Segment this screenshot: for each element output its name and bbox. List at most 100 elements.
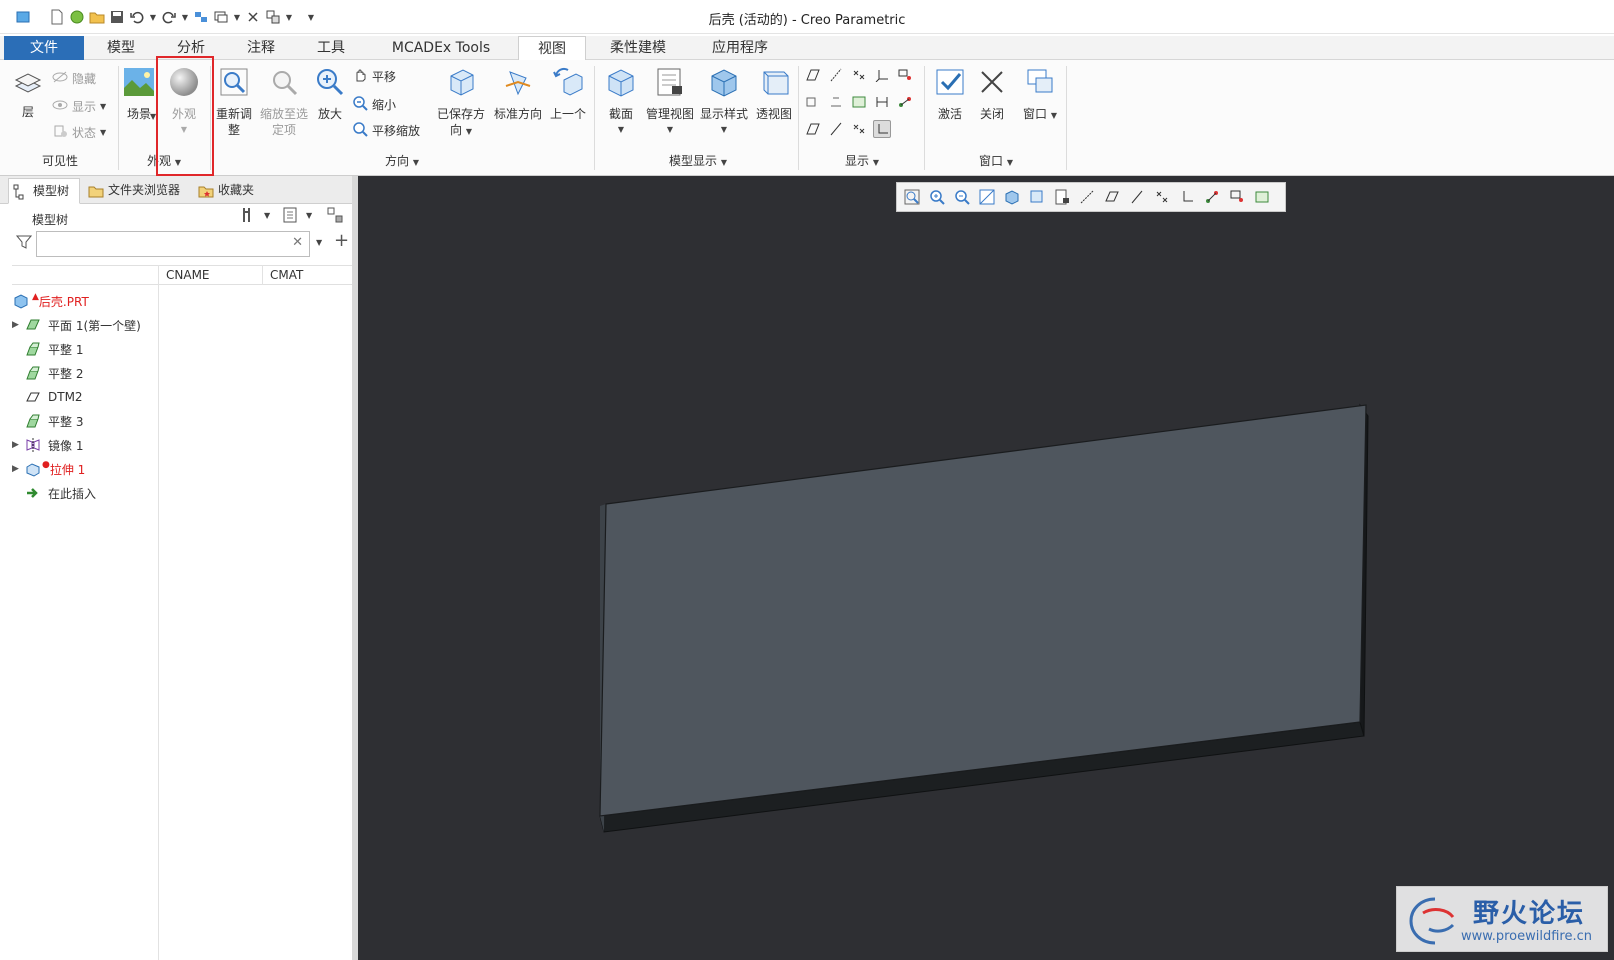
status-icon: [52, 124, 68, 141]
tab-view[interactable]: 视图: [518, 36, 586, 61]
connector-display-icon[interactable]: [896, 93, 914, 111]
saved-orientation-icon: [432, 66, 490, 102]
tab-model[interactable]: 模型: [86, 36, 156, 60]
section-button[interactable]: 截面 ▼: [598, 66, 644, 138]
insert-here-icon: [24, 485, 42, 501]
watermark-logo: 野火论坛 www.proewildfire.cn: [1396, 886, 1608, 952]
ribbon-tab-bar: 文件 模型 分析 注释 工具 MCADEx Tools 视图 柔性建模 应用程序: [0, 36, 1614, 61]
hide-button[interactable]: 隐藏: [52, 68, 96, 88]
tree-item-flat-1[interactable]: 平整 1: [12, 338, 83, 360]
tree-item-label: 平整 2: [48, 366, 84, 381]
zoom-in-button[interactable]: 放大: [312, 66, 348, 122]
display-group-label[interactable]: 显示 ▼: [802, 152, 922, 170]
tree-item-insert-here[interactable]: 在此插入: [12, 482, 96, 504]
plane-tag-icon[interactable]: [804, 120, 822, 138]
manage-views-button[interactable]: 管理视图 ▼: [644, 66, 696, 138]
tab-flexible-modeling[interactable]: 柔性建模: [588, 36, 688, 60]
tree-item-extrude-1[interactable]: ▶ ● 拉伸 1: [12, 458, 85, 480]
add-icon[interactable]: +: [334, 230, 349, 251]
saved-orientations-button[interactable]: 已保存方 向 ▼: [432, 66, 490, 140]
tree-item-label: 镜像 1: [48, 438, 84, 453]
axis-display-icon[interactable]: [827, 66, 845, 84]
perspective-button[interactable]: 透视图: [752, 66, 796, 122]
tree-item-mirror-1[interactable]: ▶ 镜像 1: [12, 434, 83, 456]
chevron-down-icon: ▼: [872, 158, 879, 167]
tree-item-flat-2[interactable]: 平整 2: [12, 362, 83, 384]
refit-button[interactable]: 重新调 整: [212, 66, 256, 138]
tree-item-part[interactable]: ▲ 后壳.PRT: [12, 290, 89, 312]
show-options-icon[interactable]: [282, 206, 300, 227]
tab-tools[interactable]: 工具: [296, 36, 366, 60]
point-display-icon[interactable]: [850, 66, 868, 84]
windows-icon: [1018, 66, 1062, 102]
section-icon: [598, 66, 644, 102]
layer-button[interactable]: 层: [8, 68, 48, 120]
chevron-down-icon[interactable]: ▼: [264, 211, 270, 220]
dimension-display-icon[interactable]: [873, 93, 891, 111]
graphics-window[interactable]: 野火论坛 www.proewildfire.cn: [358, 176, 1614, 960]
tree-item-dtm2[interactable]: DTM2: [12, 386, 83, 408]
extrude-icon: [24, 461, 42, 477]
expand-icon[interactable]: ▶: [12, 320, 24, 330]
note-display-icon[interactable]: [850, 93, 868, 111]
tree-filter-settings-icon[interactable]: [326, 206, 344, 227]
previous-view-button[interactable]: 上一个: [546, 66, 590, 122]
close-icon: [972, 66, 1012, 102]
model-display-group-label[interactable]: 模型显示 ▼: [598, 152, 798, 170]
ribbon-view-panel: 层 隐藏 显示 ▼ 状态 ▼ 可见性 场景 ▼ 外观 ▼ 外观 ▼ 重新调 整 …: [0, 60, 1614, 176]
tree-item-label: 平面 1(第一个壁): [48, 318, 141, 333]
point-tag-icon[interactable]: [850, 120, 868, 138]
csys-display-icon[interactable]: [873, 66, 891, 84]
column-cname[interactable]: CNAME: [166, 268, 210, 282]
standard-orientation-button[interactable]: 标准方向: [490, 66, 546, 122]
axis-tag-icon[interactable]: [827, 120, 845, 138]
eye-icon: [52, 98, 68, 115]
csys-tag-icon[interactable]: [873, 120, 891, 138]
show-button[interactable]: 显示 ▼: [52, 96, 106, 116]
annotation-display-icon[interactable]: [804, 93, 822, 111]
windows-button[interactable]: 窗口 ▼: [1018, 66, 1062, 124]
tag-display-icon[interactable]: [827, 93, 845, 111]
tree-item-flat-3[interactable]: 平整 3: [12, 410, 83, 432]
tab-applications[interactable]: 应用程序: [690, 36, 790, 60]
tree-item-planar-1[interactable]: ▶ 平面 1(第一个壁): [12, 314, 141, 336]
visibility-group-label[interactable]: 可见性: [0, 152, 120, 170]
expand-icon[interactable]: ▶: [12, 464, 24, 474]
activate-button[interactable]: 激活: [930, 66, 970, 122]
datum-plane-icon: [24, 389, 42, 405]
tab-favorites[interactable]: 收藏夹: [194, 178, 266, 204]
close-button[interactable]: 关闭: [972, 66, 1012, 122]
group-separator: [594, 66, 595, 170]
zoom-out-button[interactable]: 缩小: [352, 94, 396, 114]
display-style-button[interactable]: 显示样式 ▼: [698, 66, 750, 138]
spin-center-icon[interactable]: [896, 66, 914, 84]
window-group-label[interactable]: 窗口 ▼: [928, 152, 1064, 170]
plane-display-icon[interactable]: [804, 66, 822, 84]
chevron-down-icon: ▼: [1050, 111, 1057, 120]
warning-icon: ▲: [32, 292, 39, 302]
pan-zoom-button[interactable]: 平移缩放: [352, 120, 420, 140]
chevron-down-icon[interactable]: ▼: [316, 238, 322, 247]
clear-icon[interactable]: ✕: [292, 235, 303, 250]
standard-orientation-icon: [490, 66, 546, 102]
column-cmat[interactable]: CMAT: [270, 268, 303, 282]
tab-folder-browser[interactable]: 文件夹浏览器: [84, 178, 190, 204]
tab-mcadex-tools[interactable]: MCADEx Tools: [366, 36, 516, 60]
tree-settings-icon[interactable]: [240, 206, 258, 227]
flat-wall-icon: [24, 413, 42, 429]
status-button[interactable]: 状态 ▼: [52, 122, 106, 142]
manage-views-icon: [644, 66, 696, 102]
tree-item-label: 平整 3: [48, 414, 84, 429]
tree-search-input[interactable]: ✕: [36, 231, 310, 257]
tab-annotate[interactable]: 注释: [226, 36, 296, 60]
error-icon: ●: [42, 460, 50, 470]
watermark-title: 野火论坛: [1473, 899, 1586, 929]
zoom-to-selected-button[interactable]: 缩放至选 定项: [256, 66, 312, 138]
tab-file[interactable]: 文件: [4, 36, 84, 60]
chevron-down-icon[interactable]: ▼: [306, 211, 312, 220]
orientation-group-label[interactable]: 方向 ▼: [212, 152, 592, 170]
tab-model-tree[interactable]: 模型树: [8, 178, 80, 204]
expand-icon[interactable]: ▶: [12, 440, 24, 450]
tree-item-label: 后壳.PRT: [38, 294, 89, 309]
pan-button[interactable]: 平移: [352, 66, 396, 86]
